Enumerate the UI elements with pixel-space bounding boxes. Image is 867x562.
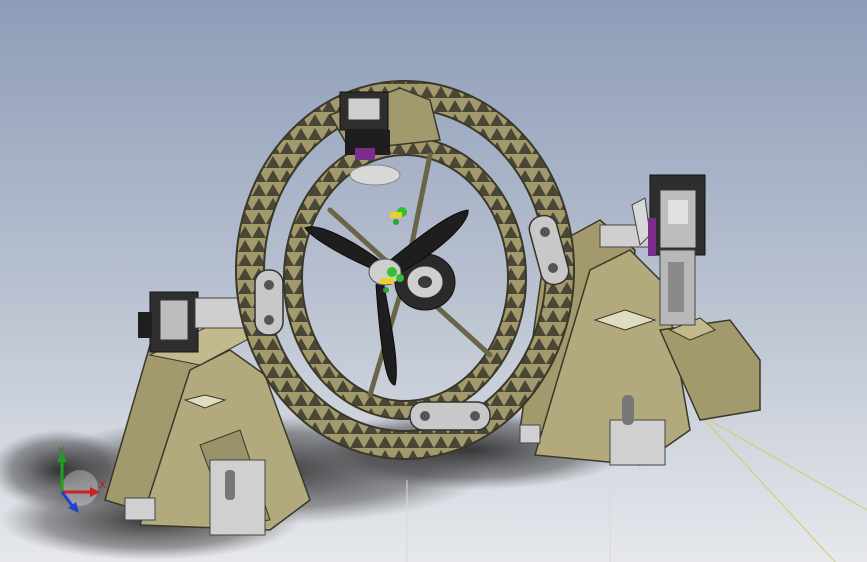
right-foot-bracket [609, 419, 666, 466]
left-foot-bracket [209, 459, 266, 536]
accent-bushing [648, 218, 656, 256]
left-pivot-link[interactable] [254, 269, 284, 336]
triad-y-label: Y [58, 446, 65, 457]
cad-viewport[interactable]: Y X [0, 0, 867, 562]
triad-x-label: X [99, 480, 106, 491]
bottom-pivot-link[interactable] [409, 401, 491, 431]
